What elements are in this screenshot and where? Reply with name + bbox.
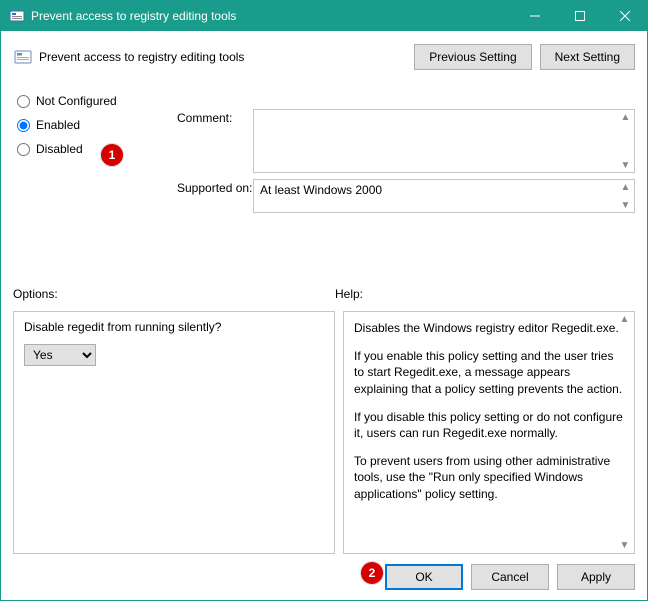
comment-scrollbar[interactable]: ▲ ▼ xyxy=(617,110,634,172)
option-question: Disable regedit from running silently? xyxy=(24,320,324,334)
policy-header-icon xyxy=(13,47,33,67)
chevron-up-icon[interactable]: ▲ xyxy=(617,110,634,124)
policy-icon xyxy=(9,8,25,24)
options-section-label: Options: xyxy=(13,287,335,301)
dialog-footer: OK Cancel Apply 2 xyxy=(13,554,635,590)
radio-not-configured-label[interactable]: Not Configured xyxy=(36,94,117,108)
comment-textarea[interactable]: ▲ ▼ xyxy=(253,109,635,173)
chevron-up-icon[interactable]: ▲ xyxy=(617,180,634,194)
chevron-down-icon[interactable]: ▼ xyxy=(617,198,634,212)
previous-setting-button[interactable]: Previous Setting xyxy=(414,44,531,70)
help-pane: ▲ Disables the Windows registry editor R… xyxy=(343,311,635,554)
policy-editor-window: Prevent access to registry editing tools xyxy=(0,0,648,601)
titlebar: Prevent access to registry editing tools xyxy=(1,1,647,31)
radio-disabled[interactable] xyxy=(17,143,30,156)
help-paragraph: To prevent users from using other admini… xyxy=(354,453,624,502)
form-grid: Comment: ▲ ▼ Supported on: At least Wind… xyxy=(177,109,635,219)
radio-disabled-label[interactable]: Disabled xyxy=(36,142,83,156)
supported-on-value: At least Windows 2000 xyxy=(260,183,382,197)
radio-enabled-label[interactable]: Enabled xyxy=(36,118,80,132)
cancel-button[interactable]: Cancel xyxy=(471,564,549,590)
annotation-badge: 2 xyxy=(361,562,383,584)
header-row: Prevent access to registry editing tools… xyxy=(13,39,635,75)
next-setting-button[interactable]: Next Setting xyxy=(540,44,635,70)
chevron-down-icon[interactable]: ▼ xyxy=(617,540,632,551)
supported-on-label: Supported on: xyxy=(177,179,253,195)
chevron-down-icon[interactable]: ▼ xyxy=(617,158,634,172)
maximize-button[interactable] xyxy=(557,1,602,31)
content-area: Prevent access to registry editing tools… xyxy=(1,31,647,600)
help-paragraph: Disables the Windows registry editor Reg… xyxy=(354,320,624,336)
supported-scrollbar[interactable]: ▲ ▼ xyxy=(617,180,634,212)
chevron-up-icon[interactable]: ▲ xyxy=(617,314,632,325)
window-title: Prevent access to registry editing tools xyxy=(31,9,512,23)
options-pane: Disable regedit from running silently? Y… xyxy=(13,311,335,554)
minimize-button[interactable] xyxy=(512,1,557,31)
radio-not-configured[interactable] xyxy=(17,95,30,108)
help-paragraph: If you enable this policy setting and th… xyxy=(354,348,624,397)
comment-label: Comment: xyxy=(177,109,253,125)
help-section-label: Help: xyxy=(335,287,635,301)
panes: Disable regedit from running silently? Y… xyxy=(13,311,635,554)
policy-title: Prevent access to registry editing tools xyxy=(39,50,406,64)
section-labels: Options: Help: xyxy=(13,287,635,301)
ok-button[interactable]: OK xyxy=(385,564,463,590)
apply-button[interactable]: Apply xyxy=(557,564,635,590)
annotation-badge: 1 xyxy=(101,144,123,166)
window-controls xyxy=(512,1,647,31)
radio-enabled[interactable] xyxy=(17,119,30,132)
help-paragraph: If you disable this policy setting or do… xyxy=(354,409,624,441)
supported-on-box: At least Windows 2000 ▲ ▼ xyxy=(253,179,635,213)
close-button[interactable] xyxy=(602,1,647,31)
option-select[interactable]: YesNo xyxy=(24,344,96,366)
